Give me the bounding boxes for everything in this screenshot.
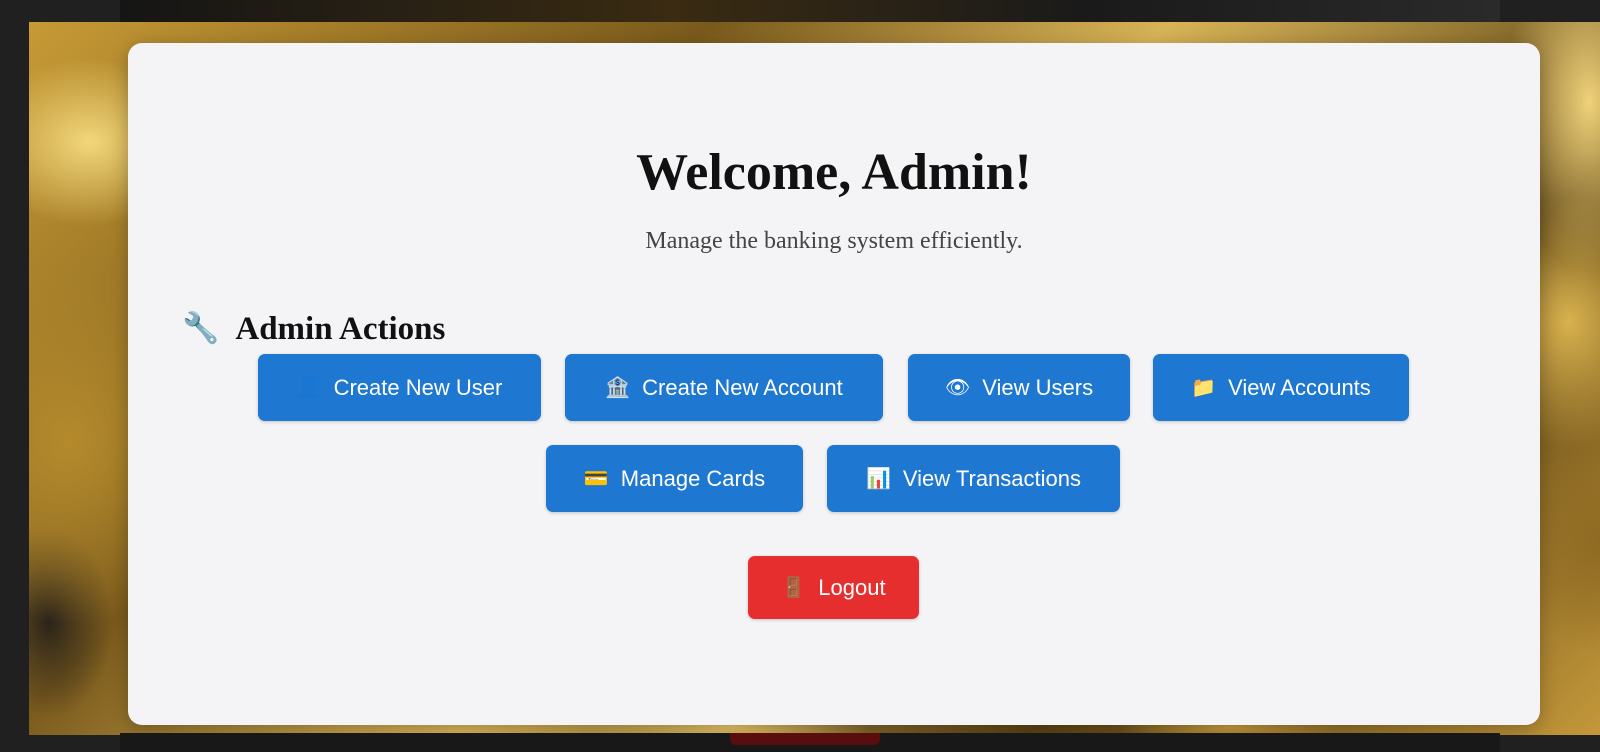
view-transactions-button[interactable]: 📊 View Transactions [827, 445, 1120, 512]
button-label: View Transactions [902, 465, 1082, 491]
create-new-user-button[interactable]: 👤 Create New User [258, 354, 541, 421]
button-label: View Users [982, 374, 1094, 400]
button-label: Manage Cards [620, 465, 766, 491]
button-label: View Accounts [1228, 374, 1371, 400]
view-users-button[interactable]: 👁 View Users [908, 354, 1130, 421]
screen: Welcome, Admin! Manage the banking syste… [0, 0, 1600, 752]
dashboard-card: Welcome, Admin! Manage the banking syste… [128, 43, 1540, 725]
logout-button[interactable]: 🚪 Logout [748, 556, 919, 619]
top-strip [120, 0, 1500, 22]
credit-card-icon: 💳 [583, 467, 609, 490]
page-subtitle: Manage the banking system efficiently. [645, 228, 1023, 254]
folder-icon: 📁 [1191, 376, 1217, 399]
eye-icon: 👁 [944, 376, 971, 399]
button-label: Create New User [333, 374, 503, 400]
door-icon: 🚪 [781, 576, 807, 599]
bank-icon: 🏦 [605, 376, 631, 399]
bar-chart-icon: 📊 [865, 467, 891, 490]
page-title: Welcome, Admin! [636, 144, 1032, 201]
manage-cards-button[interactable]: 💳 Manage Cards [546, 445, 803, 512]
button-label: Create New Account [642, 374, 843, 400]
admin-actions-heading: 🔧 Admin Actions [182, 309, 445, 349]
create-new-account-button[interactable]: 🏦 Create New Account [565, 354, 883, 421]
background-image: Welcome, Admin! Manage the banking syste… [29, 22, 1600, 735]
user-icon: 👤 [296, 376, 322, 399]
button-label: Logout [818, 574, 886, 600]
section-title: Admin Actions [235, 311, 446, 347]
bottom-strip-accent [730, 733, 880, 745]
wrench-icon: 🔧 [182, 312, 220, 345]
view-accounts-button[interactable]: 📁 View Accounts [1153, 354, 1409, 421]
